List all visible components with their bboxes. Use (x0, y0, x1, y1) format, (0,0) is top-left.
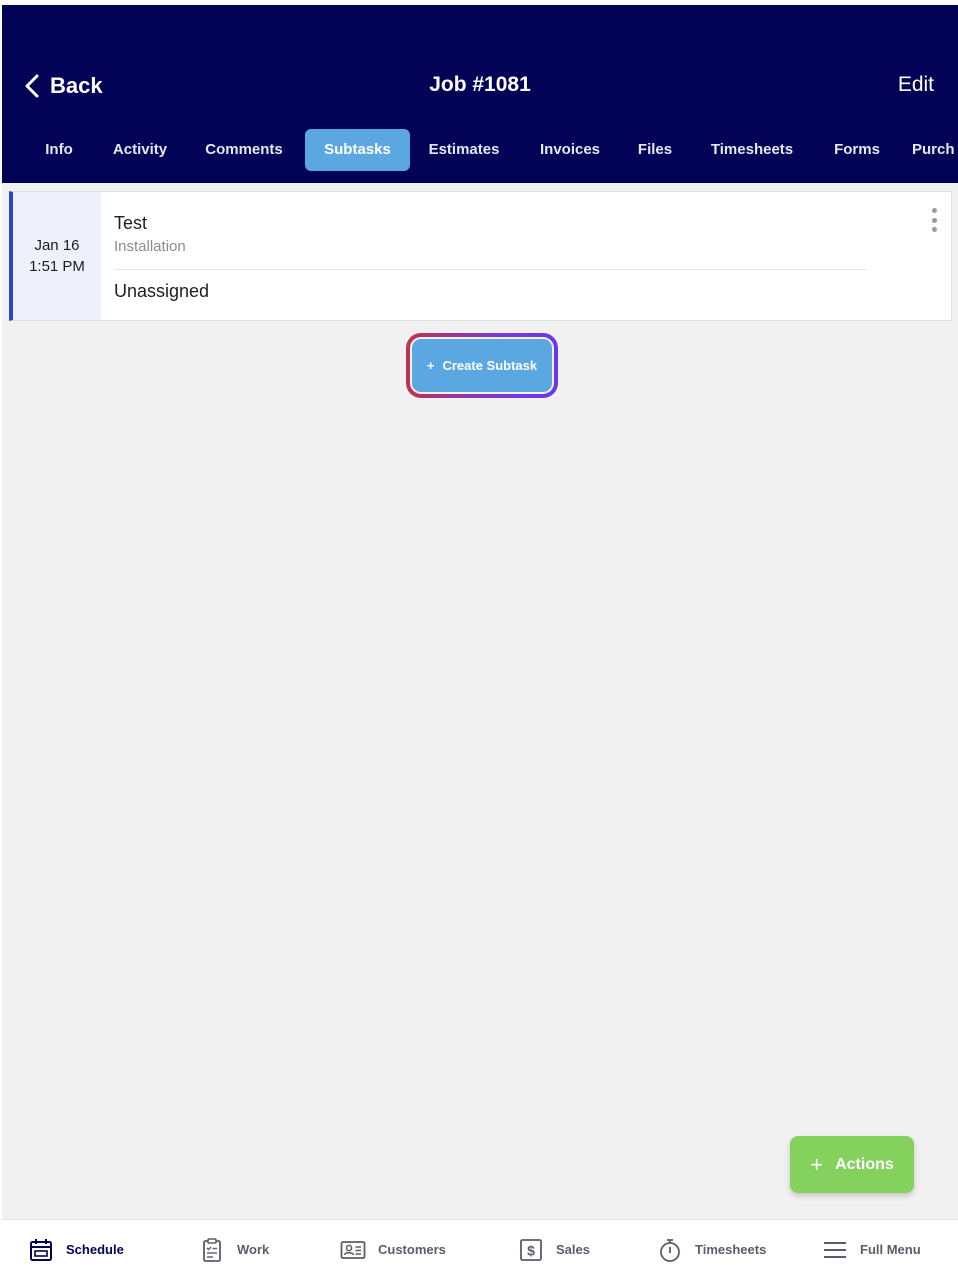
contact-card-icon (340, 1240, 366, 1259)
tab-info[interactable]: Info (34, 129, 84, 171)
dollar-icon: $ (520, 1238, 542, 1261)
tab-comments[interactable]: Comments (198, 129, 290, 171)
bottom-nav: Schedule Work Customers $ Sales Timeshee… (2, 1219, 958, 1278)
tab-activity[interactable]: Activity (104, 129, 176, 171)
tab-files[interactable]: Files (630, 129, 680, 171)
header: Back Job #1081 Edit Info Activity Commen… (2, 5, 958, 183)
tab-bar: Info Activity Comments Subtasks Estimate… (2, 129, 958, 171)
nav-work-label: Work (237, 1242, 270, 1257)
app-frame: Back Job #1081 Edit Info Activity Commen… (2, 5, 958, 1278)
tab-invoices[interactable]: Invoices (530, 129, 610, 171)
tab-timesheets[interactable]: Timesheets (700, 129, 804, 171)
calendar-icon (30, 1238, 52, 1261)
nav-schedule-label: Schedule (66, 1242, 124, 1257)
actions-label: Actions (835, 1155, 894, 1173)
more-options-icon[interactable] (930, 208, 938, 232)
nav-full-menu[interactable]: Full Menu (822, 1220, 921, 1278)
nav-customers-label: Customers (378, 1242, 446, 1257)
tab-forms[interactable]: Forms (824, 129, 890, 171)
nav-sales[interactable]: $ Sales (518, 1220, 590, 1278)
create-subtask-button[interactable]: + Create Subtask (412, 339, 552, 392)
nav-timesheets-label: Timesheets (695, 1242, 767, 1257)
clipboard-icon (203, 1237, 221, 1262)
tab-subtasks[interactable]: Subtasks (305, 129, 410, 171)
subtask-date: Jan 16 (34, 237, 80, 254)
tab-estimates[interactable]: Estimates (420, 129, 508, 171)
nav-full-menu-label: Full Menu (860, 1242, 921, 1257)
plus-icon: + (810, 1151, 824, 1177)
subtask-date-block: Jan 16 1:51 PM (13, 192, 101, 320)
nav-customers[interactable]: Customers (340, 1220, 446, 1278)
page-title: Job #1081 (429, 73, 531, 96)
create-subtask-highlight: + Create Subtask (406, 333, 558, 398)
edit-button[interactable]: Edit (898, 73, 934, 97)
nav-work[interactable]: Work (199, 1220, 269, 1278)
create-subtask-label: Create Subtask (442, 358, 538, 373)
card-divider (114, 269, 867, 270)
menu-icon (824, 1241, 846, 1258)
actions-button[interactable]: + Actions (790, 1136, 914, 1193)
svg-text:$: $ (527, 1242, 535, 1258)
subtask-type: Installation (114, 238, 186, 255)
plus-icon: + (426, 358, 435, 373)
tab-purchases[interactable]: Purch (912, 129, 958, 171)
subtask-assignee: Unassigned (114, 281, 210, 301)
subtask-title: Test (114, 213, 148, 233)
stopwatch-icon (660, 1238, 680, 1262)
nav-timesheets[interactable]: Timesheets (657, 1220, 766, 1278)
nav-schedule[interactable]: Schedule (28, 1220, 124, 1278)
subtask-card[interactable]: Jan 16 1:51 PM Test Installation Unassig… (9, 191, 952, 321)
subtask-time: 1:51 PM (29, 258, 85, 275)
nav-sales-label: Sales (556, 1242, 590, 1257)
